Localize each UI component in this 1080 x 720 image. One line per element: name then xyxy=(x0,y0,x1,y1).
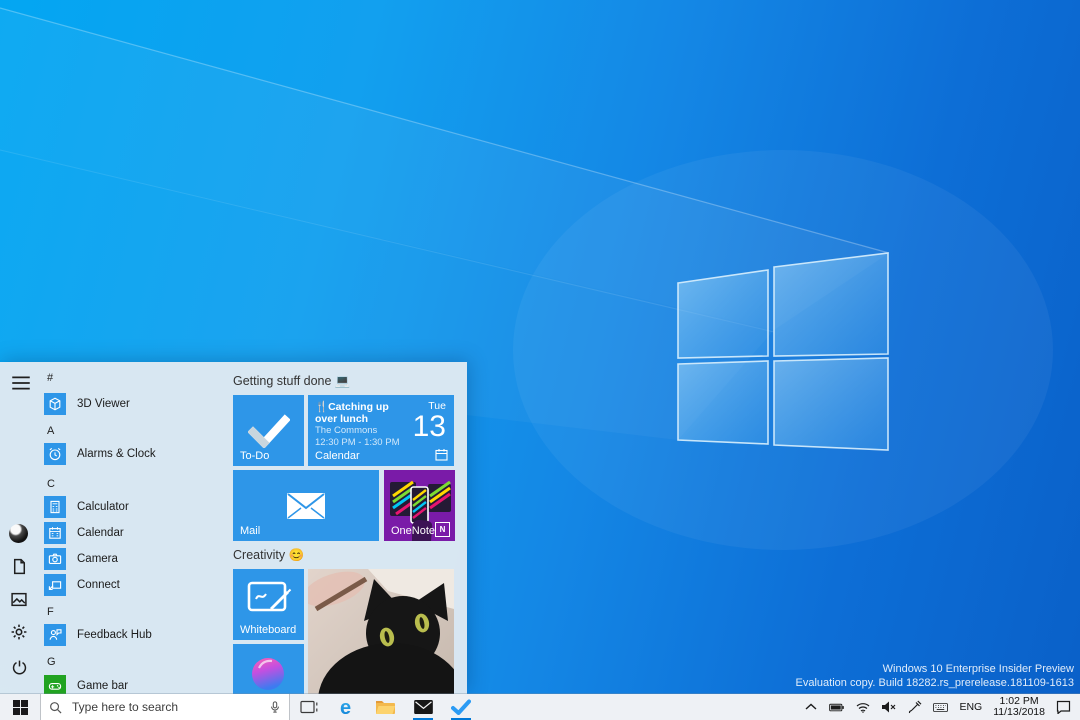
tile-group-label[interactable]: Creativity 😊 xyxy=(233,548,304,563)
desktop: Windows 10 Enterprise Insider Preview Ev… xyxy=(0,0,1080,720)
app-group-header[interactable]: A xyxy=(47,425,54,437)
app-label: Connect xyxy=(77,579,120,591)
app-item-calculator[interactable]: Calculator xyxy=(44,495,129,519)
task-view-button[interactable] xyxy=(290,694,328,720)
user-avatar[interactable] xyxy=(9,524,28,543)
search-icon xyxy=(50,701,62,713)
tile-todo[interactable]: To-Do xyxy=(233,395,304,466)
tile-label: OneNote xyxy=(391,525,436,537)
todo-check-icon xyxy=(451,699,471,715)
settings-gear-icon[interactable] xyxy=(10,623,28,641)
hamburger-menu-icon[interactable] xyxy=(11,373,31,393)
app-item-alarms-clock[interactable]: Alarms & Clock xyxy=(44,442,156,466)
volume-muted-icon[interactable] xyxy=(881,701,896,714)
battery-icon[interactable] xyxy=(829,701,845,714)
tile-calendar[interactable]: 🍴Catching up over lunch The Commons 12:3… xyxy=(308,395,454,466)
tile-photos-cat[interactable] xyxy=(308,569,454,694)
app-group-header[interactable]: # xyxy=(47,372,53,384)
whiteboard-pen-icon xyxy=(233,569,304,628)
svg-text:e: e xyxy=(340,697,351,718)
alarm-clock-icon xyxy=(44,443,66,465)
chevron-up-icon[interactable] xyxy=(803,701,818,714)
app-item-game-bar[interactable]: Game bar xyxy=(44,674,128,694)
taskbar: e xyxy=(0,694,1080,720)
calendar-day-number: 13 xyxy=(412,410,446,443)
todo-button[interactable] xyxy=(442,694,480,720)
app-item-3d-viewer[interactable]: 3D Viewer xyxy=(44,392,130,416)
tile-mail[interactable]: Mail xyxy=(233,470,379,541)
action-center-icon[interactable] xyxy=(1056,700,1071,714)
app-label: Camera xyxy=(77,553,118,565)
tile-label: Whiteboard xyxy=(240,624,297,636)
cat-photo xyxy=(308,569,454,694)
app-label: Calendar xyxy=(77,527,124,539)
calendar-glyph-icon xyxy=(435,449,448,461)
power-icon[interactable] xyxy=(11,659,28,676)
start-menu: # 3D Viewer A Alarms & Clock C Calculato… xyxy=(0,362,467,694)
app-group-header[interactable]: F xyxy=(47,606,54,618)
mail-icon xyxy=(413,700,433,714)
tile-label: Mail xyxy=(240,525,261,537)
clock-date: 11/13/2018 xyxy=(993,706,1045,718)
tile-label: Calendar xyxy=(315,450,360,462)
tile-label: To-Do xyxy=(240,450,270,462)
app-group-header[interactable]: C xyxy=(47,478,55,490)
documents-icon[interactable] xyxy=(11,558,28,575)
calculator-icon xyxy=(44,496,66,518)
app-label: Calculator xyxy=(77,501,129,513)
feedback-person-icon xyxy=(44,624,66,646)
3d-cube-icon xyxy=(44,393,66,415)
gamepad-icon xyxy=(44,675,66,694)
app-group-header[interactable]: G xyxy=(47,656,56,668)
tile-whiteboard[interactable]: Whiteboard xyxy=(233,569,304,640)
app-item-connect[interactable]: Connect xyxy=(44,573,120,597)
app-item-camera[interactable]: Camera xyxy=(44,547,118,571)
tile-group-label[interactable]: Getting stuff done 💻 xyxy=(233,374,351,389)
start-button[interactable] xyxy=(0,694,40,720)
app-label: 3D Viewer xyxy=(77,398,130,410)
insider-watermark: Windows 10 Enterprise Insider Preview Ev… xyxy=(796,662,1074,690)
camera-icon xyxy=(44,548,66,570)
connect-icon xyxy=(44,574,66,596)
microphone-icon[interactable] xyxy=(269,700,281,714)
pictures-icon[interactable] xyxy=(10,591,28,608)
network-wifi-icon[interactable] xyxy=(855,701,870,714)
tile-partial-balloon[interactable] xyxy=(233,644,304,694)
taskbar-clock[interactable]: 1:02 PM 11/13/2018 xyxy=(993,695,1045,719)
mail-button[interactable] xyxy=(404,694,442,720)
watermark-line1: Windows 10 Enterprise Insider Preview xyxy=(882,663,1074,675)
app-label: Game bar xyxy=(77,680,129,692)
watermark-line2: Evaluation copy. Build 18282.rs_prerelea… xyxy=(795,677,1074,689)
calendar-icon xyxy=(44,522,66,544)
edge-button[interactable]: e xyxy=(328,694,366,720)
taskbar-search[interactable] xyxy=(40,694,290,720)
task-view-icon xyxy=(300,700,318,714)
balloon-gradient-icon xyxy=(252,658,284,690)
folder-icon xyxy=(376,701,395,714)
calendar-event-title: 🍴Catching up over lunch xyxy=(315,401,389,425)
edge-icon: e xyxy=(340,697,351,718)
app-item-calendar[interactable]: Calendar xyxy=(44,521,124,545)
tile-onenote[interactable]: OneNote N xyxy=(384,470,455,541)
app-item-feedback-hub[interactable]: Feedback Hub xyxy=(44,623,152,647)
app-label: Alarms & Clock xyxy=(77,448,156,460)
touch-keyboard-icon[interactable] xyxy=(933,701,949,714)
onenote-badge-icon: N xyxy=(435,522,450,537)
windows-logo-icon xyxy=(12,699,28,715)
search-input[interactable] xyxy=(70,699,261,715)
usb-icon[interactable] xyxy=(907,700,922,714)
file-explorer-button[interactable] xyxy=(366,694,404,720)
app-label: Feedback Hub xyxy=(77,629,152,641)
language-indicator[interactable]: ENG xyxy=(959,701,982,713)
system-tray: ENG 1:02 PM 11/13/2018 xyxy=(803,694,1080,720)
